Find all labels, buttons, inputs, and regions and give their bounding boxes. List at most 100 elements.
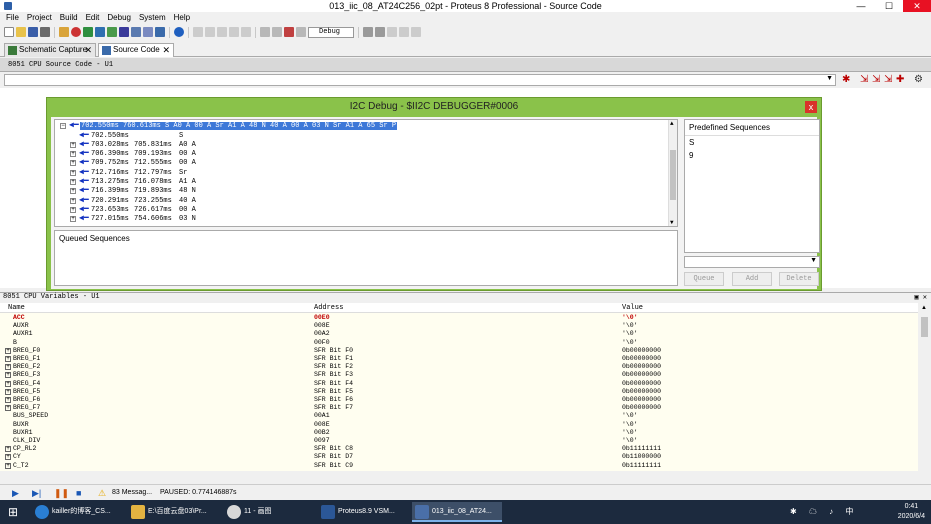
- menu-debug[interactable]: Debug: [103, 12, 135, 24]
- variable-row[interactable]: + BREG_F4 SFR Bit F4 0b00000000: [0, 380, 918, 388]
- help-icon[interactable]: [174, 27, 184, 37]
- messages-count[interactable]: 83 Messag...: [112, 489, 152, 496]
- step-out-icon[interactable]: ⇲: [884, 75, 894, 85]
- scroll-thumb[interactable]: [670, 150, 676, 200]
- expand-icon[interactable]: +: [70, 206, 76, 213]
- predefined-sequences-panel[interactable]: Predefined Sequences S 9: [684, 119, 820, 253]
- variable-row[interactable]: AUXR1 00A2 '\0': [0, 330, 918, 338]
- pause-icon[interactable]: ❚❚: [54, 488, 69, 499]
- minimize-button[interactable]: —: [847, 0, 875, 12]
- expand-icon[interactable]: +: [70, 188, 76, 195]
- 3d-icon[interactable]: [119, 27, 129, 37]
- variable-row[interactable]: AUXR 008E '\0': [0, 322, 918, 330]
- prev-bookmark-icon[interactable]: [411, 27, 421, 37]
- scroll-thumb[interactable]: [921, 317, 928, 337]
- maximize-button[interactable]: ☐: [875, 0, 903, 12]
- expand-icon[interactable]: +: [5, 405, 11, 412]
- rebuild-icon[interactable]: [296, 27, 306, 37]
- expand-icon[interactable]: +: [5, 397, 11, 403]
- sequence-select[interactable]: ▼: [684, 256, 820, 268]
- run-to-cursor-icon[interactable]: ✱: [842, 75, 852, 85]
- variable-row[interactable]: BUS_SPEED 00A1 '\0': [0, 412, 918, 420]
- expand-icon[interactable]: +: [5, 347, 11, 354]
- system-tray-icons[interactable]: ✱ ☁ ♪ 中: [790, 506, 858, 517]
- step-over-icon[interactable]: ⇲: [860, 75, 870, 85]
- column-address[interactable]: Address: [314, 304, 343, 312]
- menu-help[interactable]: Help: [170, 12, 194, 24]
- close-tab-icon[interactable]: ✕: [84, 44, 92, 56]
- menu-project[interactable]: Project: [23, 12, 56, 24]
- play-icon[interactable]: ▶: [12, 488, 19, 499]
- collapse-icon[interactable]: −: [60, 123, 66, 129]
- variable-row[interactable]: + BREG_F3 SFR Bit F3 0b00000000: [0, 371, 918, 379]
- predefined-item[interactable]: 9: [685, 149, 819, 162]
- expand-icon[interactable]: +: [70, 179, 76, 185]
- expand-icon[interactable]: +: [5, 364, 11, 371]
- transaction-tree[interactable]: − ◀━ 702.550ms 760.613ms S A0 A 00 A Sr …: [54, 119, 678, 227]
- cut-icon[interactable]: [193, 27, 203, 37]
- next-bookmark-icon[interactable]: [399, 27, 409, 37]
- expand-icon[interactable]: +: [70, 169, 76, 176]
- delete-icon[interactable]: [205, 27, 215, 37]
- expand-icon[interactable]: +: [5, 380, 11, 387]
- paste-icon[interactable]: [229, 27, 239, 37]
- scroll-up-icon[interactable]: ▲: [921, 305, 927, 311]
- taskbar-item-explorer[interactable]: E:\百度云盘03\Pr...: [128, 502, 218, 522]
- variable-row[interactable]: + BREG_F5 SFR Bit F5 0b00000000: [0, 388, 918, 396]
- save-icon[interactable]: [28, 27, 38, 37]
- toggle-breakpoint-icon[interactable]: ✚: [896, 75, 906, 85]
- pcb-icon[interactable]: [95, 27, 105, 37]
- zoom-out-icon[interactable]: [272, 27, 282, 37]
- expand-icon[interactable]: +: [70, 216, 76, 223]
- stop-icon[interactable]: [71, 27, 81, 37]
- stop-icon[interactable]: ■: [76, 488, 81, 498]
- home-icon[interactable]: [59, 27, 69, 37]
- variable-row[interactable]: CLK_DIV 0097 '\0': [0, 437, 918, 445]
- predefined-item[interactable]: S: [685, 136, 819, 149]
- windows-start-icon[interactable]: ⊞: [8, 505, 18, 519]
- variable-row[interactable]: + C_T2 SFR Bit C9 0b11111111: [0, 462, 918, 470]
- scroll-down-icon[interactable]: ▼: [670, 219, 674, 226]
- variable-row[interactable]: + BREG_F2 SFR Bit F2 0b00000000: [0, 363, 918, 371]
- variable-row[interactable]: B 00F0 '\0': [0, 339, 918, 347]
- expand-icon[interactable]: +: [5, 462, 11, 469]
- taskbar-item-paint[interactable]: 11 - 画图: [224, 502, 314, 522]
- menu-file[interactable]: File: [2, 12, 23, 24]
- variables-table[interactable]: ACC 00E0 '\0' AUXR 008E '\0' AUXR1 00A2 '\0' B 00F…: [0, 313, 918, 471]
- menu-edit[interactable]: Edit: [82, 12, 104, 24]
- tree-scrollbar[interactable]: ▲ ▼: [668, 120, 677, 226]
- undo-icon[interactable]: [363, 27, 373, 37]
- menu-build[interactable]: Build: [56, 12, 82, 24]
- close-project-icon[interactable]: [40, 27, 50, 37]
- queued-sequences-panel[interactable]: Queued Sequences: [54, 230, 678, 286]
- bom-icon[interactable]: [107, 27, 117, 37]
- zoom-in-icon[interactable]: [260, 27, 270, 37]
- expand-icon[interactable]: +: [70, 151, 76, 158]
- taskbar-item-proteus[interactable]: 013_iic_08_AT24...: [412, 502, 502, 522]
- source-code-icon[interactable]: [155, 27, 165, 37]
- variable-row[interactable]: BUXR1 00B2 '\0': [0, 429, 918, 437]
- queue-button[interactable]: Queue: [684, 272, 724, 286]
- delete-button[interactable]: Delete: [779, 272, 819, 286]
- variable-row[interactable]: + CP_RL2 SFR Bit C8 0b11111111: [0, 445, 918, 453]
- expand-icon[interactable]: +: [5, 356, 11, 362]
- column-value[interactable]: Value: [622, 304, 643, 312]
- expand-icon[interactable]: +: [70, 160, 76, 167]
- copy-icon[interactable]: [217, 27, 227, 37]
- variable-row[interactable]: BUXR 008E '\0': [0, 421, 918, 429]
- redo-icon[interactable]: [375, 27, 385, 37]
- build-config-select[interactable]: Debug: [308, 26, 354, 38]
- open-folder-icon[interactable]: [16, 27, 26, 37]
- function-select[interactable]: ▼: [4, 74, 836, 86]
- clock[interactable]: 0:41 2020/6/4: [898, 502, 925, 522]
- taskbar-item-browser[interactable]: kailler的博客_CS...: [32, 502, 122, 522]
- taskbar-item-word[interactable]: Proteus8.9 VSM...: [318, 502, 408, 522]
- options-icon[interactable]: ⚙: [914, 75, 924, 85]
- new-file-icon[interactable]: [4, 27, 14, 37]
- find-icon[interactable]: [241, 27, 251, 37]
- scroll-up-icon[interactable]: ▲: [670, 120, 674, 127]
- build-icon[interactable]: [284, 27, 294, 37]
- expand-icon[interactable]: +: [5, 388, 11, 395]
- tab-schematic-capture[interactable]: Schematic Capture ✕: [4, 43, 96, 57]
- variable-row[interactable]: ACC 00E0 '\0': [0, 314, 918, 322]
